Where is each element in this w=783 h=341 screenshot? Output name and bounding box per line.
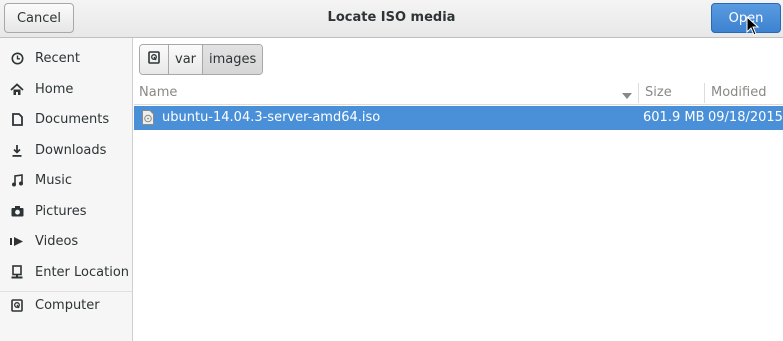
dialog-title: Locate ISO media: [327, 10, 456, 25]
sort-arrow-icon: [622, 89, 632, 104]
sidebar-item-label: Music: [35, 172, 72, 188]
file-modified: 09/18/2015: [708, 110, 783, 125]
sidebar-item-label: Pictures: [35, 203, 87, 219]
path-segment-images[interactable]: images: [203, 45, 263, 74]
video-icon: [10, 234, 24, 248]
path-root-button[interactable]: [140, 45, 169, 74]
sidebar-item-label: Recent: [35, 50, 80, 66]
table-row[interactable]: ubuntu-14.04.3-server-amd64.iso 601.9 MB…: [134, 106, 783, 130]
sidebar-item-videos[interactable]: Videos: [0, 227, 132, 255]
column-separator: [638, 83, 639, 103]
sidebar-item-music[interactable]: Music: [0, 166, 132, 194]
computer-icon: [148, 51, 160, 68]
sidebar-item-label: Videos: [35, 233, 79, 249]
file-list-header: Name Size Modified: [134, 81, 783, 105]
music-icon: [10, 173, 24, 187]
file-size: 601.9 MB: [643, 110, 705, 125]
places-sidebar: Recent Home Documents Downloads Music Pi…: [0, 38, 133, 341]
column-header-size[interactable]: Size: [645, 81, 672, 105]
location-icon: [10, 265, 24, 279]
path-segment-var[interactable]: var: [169, 45, 204, 74]
sidebar-item-recent[interactable]: Recent: [0, 44, 132, 72]
column-header-modified[interactable]: Modified: [711, 81, 766, 105]
mouse-cursor-icon: [746, 16, 760, 36]
sidebar-item-enter-location[interactable]: Enter Location: [0, 258, 132, 286]
disc-image-icon: [142, 110, 154, 129]
sidebar-item-label: Enter Location: [35, 264, 130, 280]
home-icon: [10, 82, 24, 96]
sidebar-item-label: Home: [35, 81, 74, 97]
sidebar-item-documents[interactable]: Documents: [0, 105, 132, 133]
clock-icon: [10, 51, 24, 65]
cancel-button[interactable]: Cancel: [4, 3, 74, 33]
sidebar-item-computer[interactable]: Computer: [0, 291, 132, 319]
sidebar-item-home[interactable]: Home: [0, 75, 132, 103]
path-bar: var images: [139, 44, 264, 75]
file-name: ubuntu-14.04.3-server-amd64.iso: [162, 110, 381, 125]
sidebar-item-downloads[interactable]: Downloads: [0, 136, 132, 164]
header-bar: Cancel Locate ISO media Open: [0, 0, 783, 38]
download-icon: [10, 143, 24, 157]
sidebar-item-pictures[interactable]: Pictures: [0, 197, 132, 225]
sidebar-item-label: Downloads: [35, 142, 107, 158]
document-icon: [10, 112, 24, 126]
sidebar-item-label: Computer: [35, 297, 100, 313]
sidebar-item-label: Documents: [35, 111, 110, 127]
column-header-name[interactable]: Name: [139, 81, 177, 105]
column-separator: [704, 83, 705, 103]
camera-icon: [10, 204, 24, 218]
computer-icon: [10, 298, 24, 312]
